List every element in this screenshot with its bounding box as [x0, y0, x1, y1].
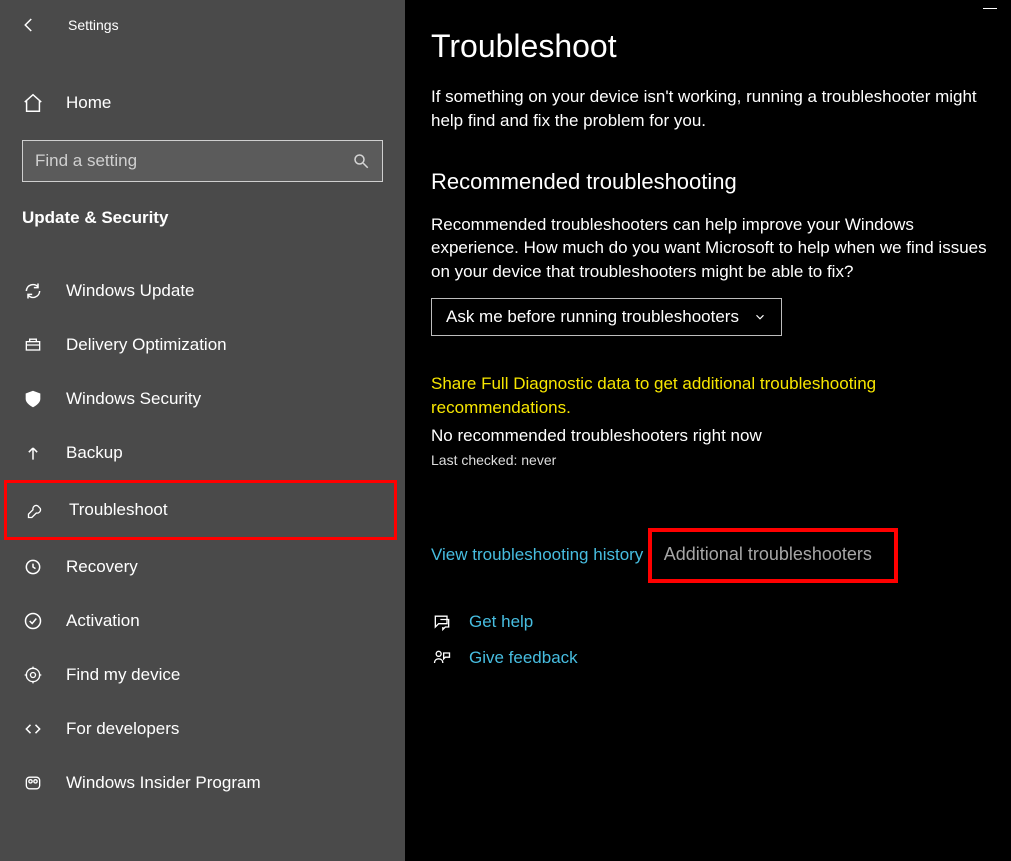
home-icon — [22, 92, 44, 114]
sidebar-item-label: Delivery Optimization — [66, 335, 227, 355]
wrench-icon — [25, 499, 47, 521]
shield-icon — [22, 388, 44, 410]
sidebar-item-troubleshoot[interactable]: Troubleshoot — [4, 480, 397, 540]
location-icon — [22, 664, 44, 686]
search-box[interactable] — [22, 140, 383, 182]
give-feedback-row[interactable]: Give feedback — [431, 647, 1011, 669]
sidebar-item-label: Backup — [66, 443, 123, 463]
home-label: Home — [66, 93, 111, 113]
chevron-down-icon — [753, 310, 767, 324]
get-help-row[interactable]: Get help — [431, 611, 1011, 633]
sidebar-item-label: Troubleshoot — [69, 500, 168, 520]
sidebar-item-windows-insider[interactable]: Windows Insider Program — [0, 756, 405, 810]
sidebar-item-backup[interactable]: Backup — [0, 426, 405, 480]
get-help-link: Get help — [469, 612, 533, 632]
home-button[interactable]: Home — [0, 74, 405, 132]
code-icon — [22, 718, 44, 740]
nav-list: Windows Update Delivery Optimization Win… — [0, 264, 405, 810]
sidebar-item-label: Windows Insider Program — [66, 773, 261, 793]
main-content: Troubleshoot If something on your device… — [405, 0, 1011, 861]
insider-icon — [22, 772, 44, 794]
sidebar-item-label: For developers — [66, 719, 179, 739]
page-title: Troubleshoot — [431, 28, 1011, 65]
feedback-icon — [431, 647, 453, 669]
backup-icon — [22, 442, 44, 464]
sidebar-item-label: Activation — [66, 611, 140, 631]
troubleshoot-preference-dropdown[interactable]: Ask me before running troubleshooters — [431, 298, 782, 336]
share-diagnostic-link[interactable]: Share Full Diagnostic data to get additi… — [431, 372, 971, 420]
delivery-icon — [22, 334, 44, 356]
no-recommended-text: No recommended troubleshooters right now — [431, 426, 1011, 446]
sidebar-item-activation[interactable]: Activation — [0, 594, 405, 648]
titlebar: Settings — [0, 10, 405, 44]
sidebar-item-find-my-device[interactable]: Find my device — [0, 648, 405, 702]
sidebar: Settings Home Update & Security Windows … — [0, 0, 405, 861]
sidebar-item-for-developers[interactable]: For developers — [0, 702, 405, 756]
view-history-link[interactable]: View troubleshooting history — [431, 545, 643, 564]
sync-icon — [22, 280, 44, 302]
window-title: Settings — [68, 17, 119, 33]
search-icon — [352, 152, 370, 170]
intro-text: If something on your device isn't workin… — [431, 85, 991, 133]
sidebar-item-label: Find my device — [66, 665, 180, 685]
minimize-button[interactable] — [983, 8, 997, 9]
sidebar-item-label: Windows Security — [66, 389, 201, 409]
additional-label: Additional troubleshooters — [664, 544, 872, 564]
sidebar-item-windows-security[interactable]: Windows Security — [0, 372, 405, 426]
section-description: Recommended troubleshooters can help imp… — [431, 213, 991, 284]
window-controls — [983, 8, 997, 9]
category-heading: Update & Security — [0, 200, 405, 246]
sidebar-item-delivery-optimization[interactable]: Delivery Optimization — [0, 318, 405, 372]
dropdown-value: Ask me before running troubleshooters — [446, 307, 739, 327]
sidebar-item-label: Recovery — [66, 557, 138, 577]
back-arrow-icon[interactable] — [20, 16, 38, 34]
chat-icon — [431, 611, 453, 633]
sidebar-item-recovery[interactable]: Recovery — [0, 540, 405, 594]
section-title: Recommended troubleshooting — [431, 169, 1011, 195]
give-feedback-link: Give feedback — [469, 648, 578, 668]
sidebar-item-windows-update[interactable]: Windows Update — [0, 264, 405, 318]
last-checked-text: Last checked: never — [431, 452, 1011, 468]
additional-troubleshooters-link[interactable]: Additional troubleshooters — [648, 528, 898, 583]
search-input[interactable] — [35, 151, 352, 171]
check-circle-icon — [22, 610, 44, 632]
sidebar-item-label: Windows Update — [66, 281, 195, 301]
recovery-icon — [22, 556, 44, 578]
